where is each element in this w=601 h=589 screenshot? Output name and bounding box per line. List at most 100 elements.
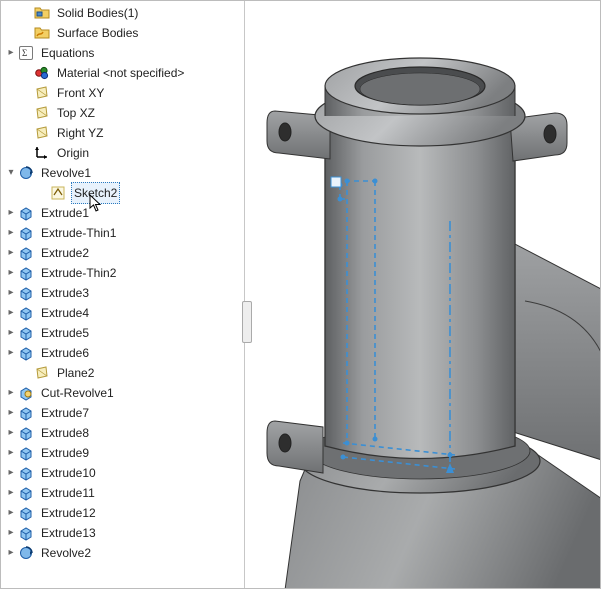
tree-item-label[interactable]: Extrude-Thin2 <box>39 263 118 283</box>
tree-item-label[interactable]: Equations <box>39 43 96 63</box>
tree-item-extrude13[interactable]: ▸ Extrude13 <box>1 523 244 543</box>
tree-expander-icon <box>21 63 33 83</box>
tree-item-extrude7[interactable]: ▸ Extrude7 <box>1 403 244 423</box>
tree-item-plane2[interactable]: Plane2 <box>1 363 244 383</box>
sketch-constraint-glyph <box>331 177 341 187</box>
tree-item-extrude3[interactable]: ▸ Extrude3 <box>1 283 244 303</box>
plane-icon <box>33 364 51 382</box>
tree-expander-icon[interactable]: ▸ <box>5 263 17 283</box>
tree-item-origin[interactable]: Origin <box>1 143 244 163</box>
tree-item-label[interactable]: Front XY <box>55 83 106 103</box>
tree-item-solid-bodies[interactable]: Solid Bodies(1) <box>1 3 244 23</box>
origin-icon <box>33 144 51 162</box>
tree-item-material[interactable]: Material <not specified> <box>1 63 244 83</box>
tree-item-revolve2[interactable]: ▸ Revolve2 <box>1 543 244 563</box>
tree-item-label[interactable]: Origin <box>55 143 91 163</box>
plane-icon <box>33 104 51 122</box>
tree-expander-icon[interactable]: ▸ <box>5 423 17 443</box>
tree-expander-icon[interactable]: ▸ <box>5 483 17 503</box>
tree-item-label[interactable]: Extrude11 <box>39 483 97 503</box>
extrude-icon <box>17 324 35 342</box>
tree-item-label[interactable]: Solid Bodies(1) <box>55 3 140 23</box>
graphics-viewport[interactable] <box>245 1 600 588</box>
tree-item-front-xy[interactable]: Front XY <box>1 83 244 103</box>
tree-item-extrude11[interactable]: ▸ Extrude11 <box>1 483 244 503</box>
tree-item-extrude12[interactable]: ▸ Extrude12 <box>1 503 244 523</box>
tree-item-label[interactable]: Right YZ <box>55 123 105 143</box>
tree-expander-icon[interactable]: ▸ <box>5 383 17 403</box>
tree-item-label[interactable]: Extrude10 <box>39 463 98 483</box>
folder-surface-icon <box>33 24 51 42</box>
tree-expander-icon <box>21 143 33 163</box>
feature-tree-panel[interactable]: Solid Bodies(1)Surface Bodies ▸ Σ Equations… <box>1 1 245 588</box>
tree-expander-icon[interactable]: ▸ <box>5 403 17 423</box>
tree-item-label[interactable]: Revolve1 <box>39 163 93 183</box>
tree-item-label[interactable]: Material <not specified> <box>55 63 186 83</box>
tree-item-label[interactable]: Extrude4 <box>39 303 91 323</box>
lower-left-tab <box>267 421 323 473</box>
tree-item-sketch2[interactable]: Sketch2 <box>1 183 244 203</box>
tree-expander-icon[interactable]: ▸ <box>5 303 17 323</box>
tree-item-label[interactable]: Extrude8 <box>39 423 91 443</box>
tree-expander-icon[interactable]: ▸ <box>5 223 17 243</box>
tree-item-label[interactable]: Plane2 <box>55 363 96 383</box>
tree-item-label[interactable]: Extrude1 <box>39 203 91 223</box>
tree-item-label[interactable]: Extrude-Thin1 <box>39 223 118 243</box>
extrude-icon <box>17 484 35 502</box>
extrude-icon <box>17 524 35 542</box>
tree-item-extrude6[interactable]: ▸ Extrude6 <box>1 343 244 363</box>
tree-expander-icon[interactable]: ▸ <box>5 443 17 463</box>
tree-item-label[interactable]: Extrude3 <box>39 283 91 303</box>
panel-splitter[interactable] <box>244 1 252 588</box>
tree-item-extrude9[interactable]: ▸ Extrude9 <box>1 443 244 463</box>
tree-expander-icon[interactable]: ▸ <box>5 323 17 343</box>
extrude-icon <box>17 264 35 282</box>
tree-item-label[interactable]: Surface Bodies <box>55 23 140 43</box>
tree-item-label[interactable]: Top XZ <box>55 103 97 123</box>
extrude-icon <box>17 404 35 422</box>
tree-item-label[interactable]: Revolve2 <box>39 543 93 563</box>
tree-item-label[interactable]: Extrude5 <box>39 323 91 343</box>
tree-expander-icon[interactable]: ▸ <box>5 463 17 483</box>
tree-expander-icon[interactable]: ▸ <box>5 523 17 543</box>
tree-item-label[interactable]: Extrude12 <box>39 503 98 523</box>
extrude-icon <box>17 204 35 222</box>
tree-item-top-xz[interactable]: Top XZ <box>1 103 244 123</box>
tree-item-surface-bodies[interactable]: Surface Bodies <box>1 23 244 43</box>
tree-item-revolve1[interactable]: ▾ Revolve1 <box>1 163 244 183</box>
tree-item-label[interactable]: Cut-Revolve1 <box>39 383 116 403</box>
cut-revolve-icon <box>17 384 35 402</box>
extrude-icon <box>17 424 35 442</box>
tree-item-extrude-thin2[interactable]: ▸ Extrude-Thin2 <box>1 263 244 283</box>
tree-expander-icon[interactable]: ▸ <box>5 203 17 223</box>
tree-item-extrude5[interactable]: ▸ Extrude5 <box>1 323 244 343</box>
tree-item-label[interactable]: Extrude6 <box>39 343 91 363</box>
tree-expander-icon[interactable]: ▸ <box>5 243 17 263</box>
tree-item-extrude1[interactable]: ▸ Extrude1 <box>1 203 244 223</box>
tree-item-label[interactable]: Extrude7 <box>39 403 91 423</box>
tree-item-extrude8[interactable]: ▸ Extrude8 <box>1 423 244 443</box>
tree-item-extrude-thin1[interactable]: ▸ Extrude-Thin1 <box>1 223 244 243</box>
tree-expander-icon[interactable]: ▸ <box>5 503 17 523</box>
tree-item-label[interactable]: Sketch2 <box>71 182 120 204</box>
tree-item-equations[interactable]: ▸ Σ Equations <box>1 43 244 63</box>
tree-expander-icon[interactable]: ▸ <box>5 283 17 303</box>
splitter-handle-icon[interactable] <box>242 301 252 343</box>
tree-item-extrude10[interactable]: ▸ Extrude10 <box>1 463 244 483</box>
tree-expander-icon <box>21 23 33 43</box>
tree-item-label[interactable]: Extrude13 <box>39 523 98 543</box>
tree-item-label[interactable]: Extrude2 <box>39 243 91 263</box>
tree-item-extrude4[interactable]: ▸ Extrude4 <box>1 303 244 323</box>
tree-expander-icon[interactable]: ▸ <box>5 543 17 563</box>
tree-expander-icon <box>21 103 33 123</box>
tree-item-label[interactable]: Extrude9 <box>39 443 91 463</box>
tree-item-extrude2[interactable]: ▸ Extrude2 <box>1 243 244 263</box>
tree-item-right-yz[interactable]: Right YZ <box>1 123 244 143</box>
tree-expander-icon[interactable]: ▸ <box>5 43 17 63</box>
tree-expander-icon[interactable]: ▾ <box>5 163 17 183</box>
equations-icon: Σ <box>17 44 35 62</box>
revolve-icon <box>17 164 35 182</box>
svg-text:Σ: Σ <box>22 48 27 58</box>
tree-item-cut-revolve1[interactable]: ▸ Cut-Revolve1 <box>1 383 244 403</box>
tree-expander-icon[interactable]: ▸ <box>5 343 17 363</box>
